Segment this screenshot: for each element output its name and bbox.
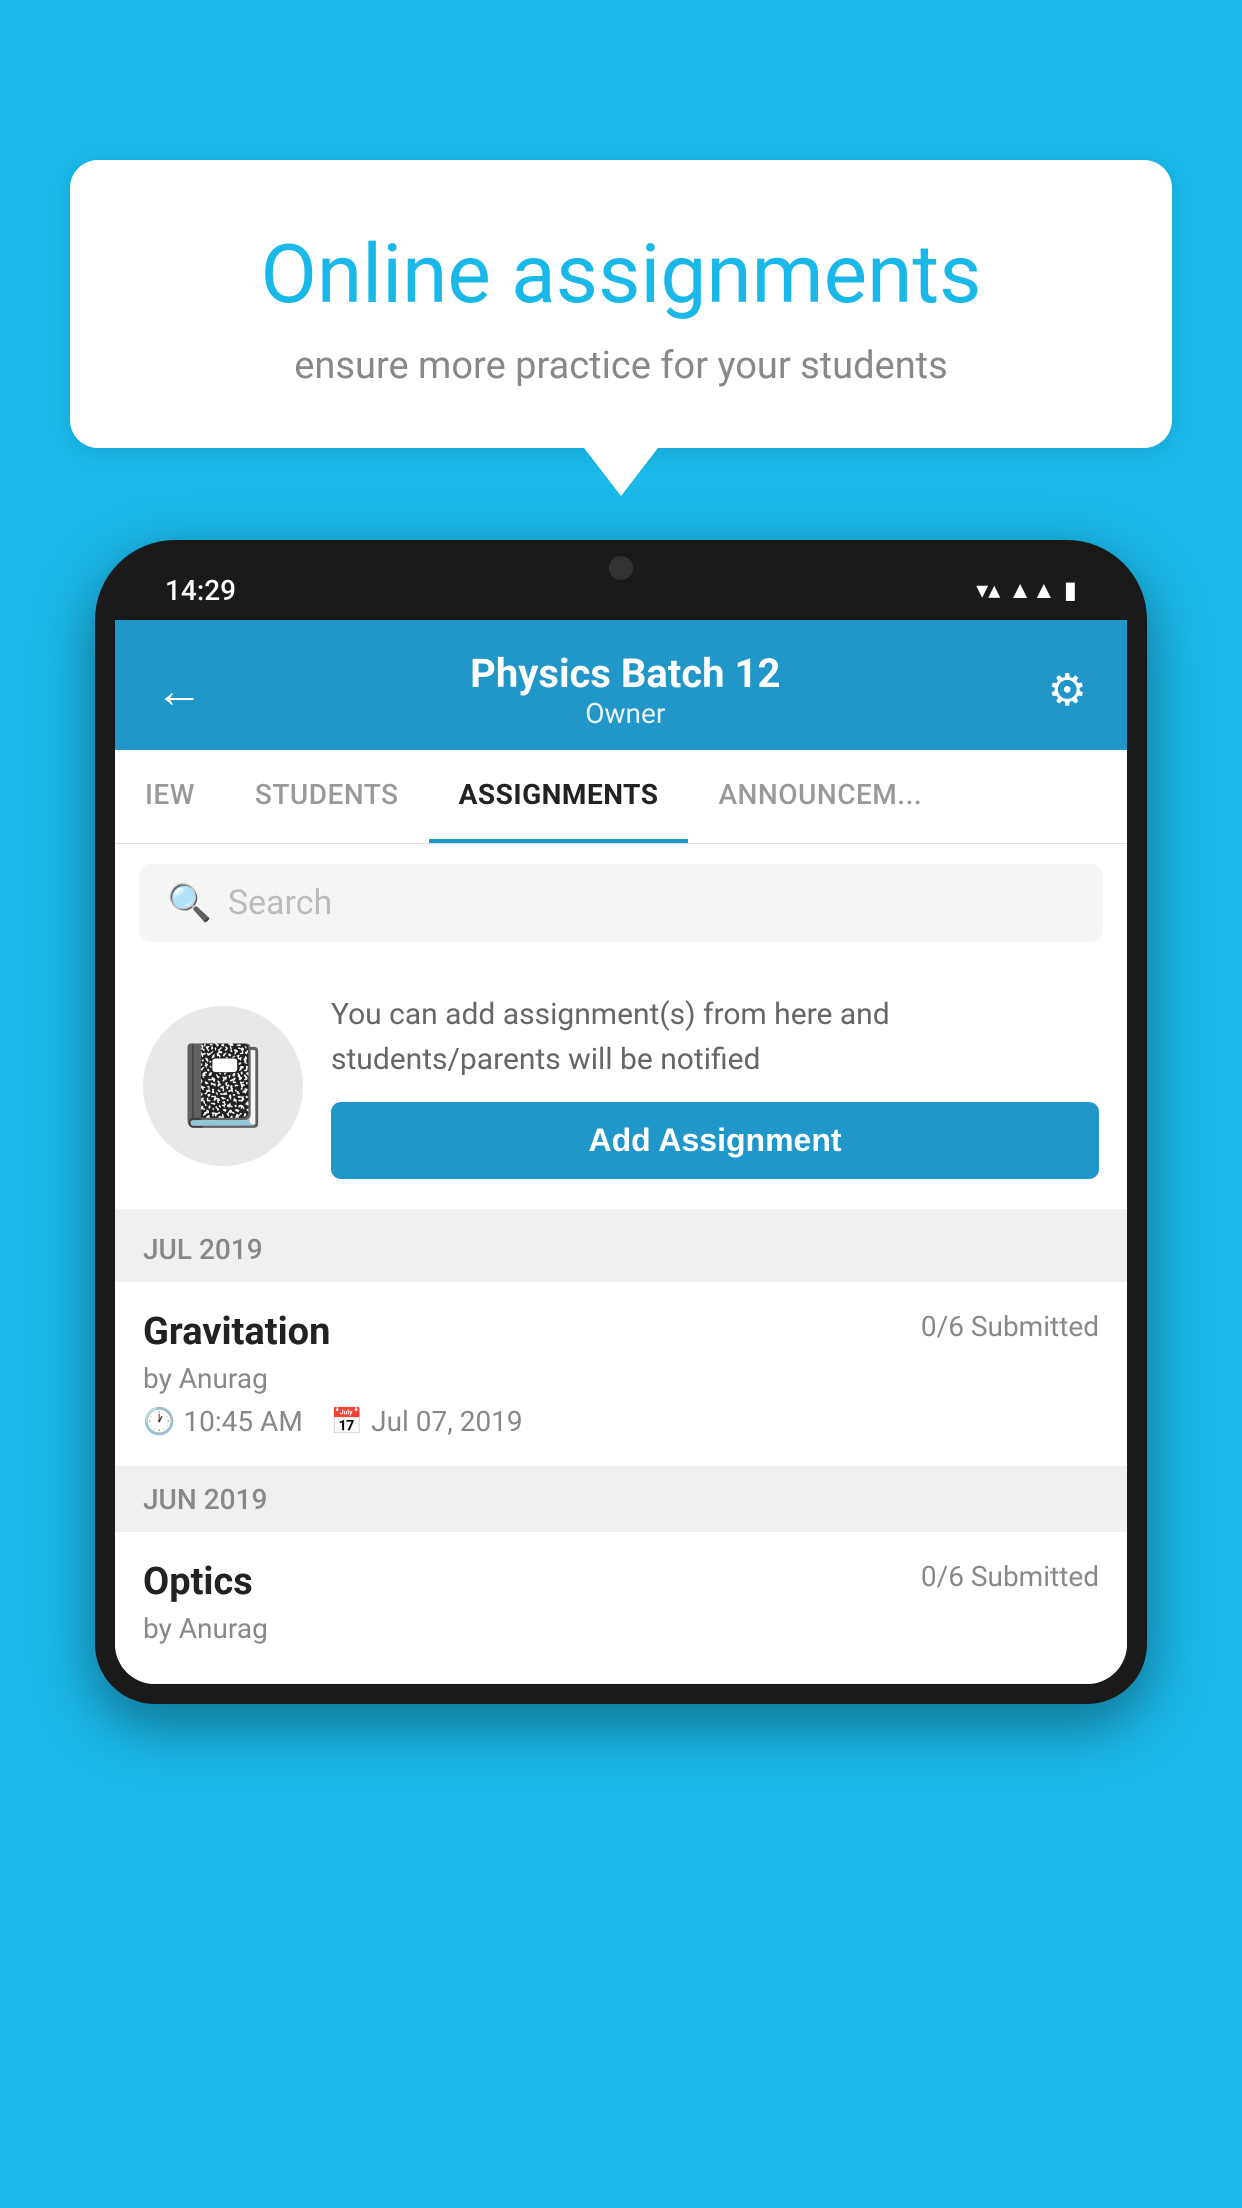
- assignment-by-optics: by Anurag: [143, 1612, 1099, 1645]
- assignment-name-optics: Optics: [143, 1560, 253, 1604]
- speech-bubble: Online assignments ensure more practice …: [70, 160, 1172, 448]
- add-assignment-button[interactable]: Add Assignment: [331, 1102, 1099, 1179]
- tab-assignments[interactable]: ASSIGNMENTS: [429, 750, 689, 843]
- phone-notch: [541, 540, 701, 595]
- meta-date-gravitation: 📅 Jul 07, 2019: [331, 1405, 523, 1438]
- tab-students[interactable]: STUDENTS: [225, 750, 429, 843]
- header-subtitle: Owner: [470, 697, 780, 730]
- phone-wrapper: 14:29 ▾▴ ▲▲ ▮ ← Physics: [95, 540, 1147, 2208]
- assignment-time-gravitation: 10:45 AM: [183, 1405, 302, 1438]
- assignment-name-gravitation: Gravitation: [143, 1310, 330, 1354]
- search-placeholder: Search: [228, 883, 332, 923]
- calendar-icon: 📅: [331, 1407, 363, 1437]
- promo-right: You can add assignment(s) from here and …: [331, 992, 1099, 1179]
- battery-icon: ▮: [1064, 576, 1077, 604]
- meta-time-gravitation: 🕐 10:45 AM: [143, 1405, 303, 1438]
- assignment-promo: 📓 You can add assignment(s) from here an…: [115, 962, 1127, 1217]
- bubble-title: Online assignments: [150, 230, 1092, 320]
- clock-icon: 🕐: [143, 1407, 175, 1437]
- back-button[interactable]: ←: [155, 662, 203, 719]
- search-icon: 🔍: [167, 882, 212, 924]
- signal-icon: ▲▲: [1008, 576, 1056, 605]
- status-time: 14:29: [165, 574, 236, 607]
- section-header-jun: JUN 2019: [115, 1467, 1127, 1532]
- speech-bubble-area: Online assignments ensure more practice …: [70, 160, 1172, 448]
- notebook-icon: 📓: [173, 1039, 273, 1133]
- phone-screen: ← Physics Batch 12 Owner ⚙ IEW STUDENTS …: [115, 620, 1127, 1684]
- tab-announcements[interactable]: ANNOUNCEM...: [688, 750, 952, 843]
- search-box[interactable]: 🔍 Search: [139, 864, 1103, 942]
- header-center: Physics Batch 12 Owner: [470, 650, 780, 730]
- tabs-bar: IEW STUDENTS ASSIGNMENTS ANNOUNCEM...: [115, 750, 1127, 844]
- camera-dot: [609, 556, 633, 580]
- assignment-item-gravitation[interactable]: Gravitation 0/6 Submitted by Anurag 🕐 10…: [115, 1282, 1127, 1467]
- gear-icon[interactable]: ⚙: [1048, 664, 1087, 716]
- tab-iew[interactable]: IEW: [115, 750, 225, 843]
- app-header: ← Physics Batch 12 Owner ⚙: [115, 620, 1127, 750]
- promo-text: You can add assignment(s) from here and …: [331, 992, 1099, 1082]
- assignment-date-gravitation: Jul 07, 2019: [371, 1405, 523, 1438]
- header-title: Physics Batch 12: [470, 650, 780, 697]
- assignment-by-gravitation: by Anurag: [143, 1362, 1099, 1395]
- status-bar: 14:29 ▾▴ ▲▲ ▮: [115, 560, 1127, 620]
- assignment-meta-gravitation: 🕐 10:45 AM 📅 Jul 07, 2019: [143, 1405, 1099, 1438]
- promo-icon-circle: 📓: [143, 1006, 303, 1166]
- section-header-jul: JUL 2019: [115, 1217, 1127, 1282]
- page-background: Online assignments ensure more practice …: [0, 0, 1242, 2208]
- assignment-submitted-gravitation: 0/6 Submitted: [921, 1310, 1099, 1343]
- phone-outer: 14:29 ▾▴ ▲▲ ▮ ← Physics: [95, 540, 1147, 1704]
- status-icons: ▾▴ ▲▲ ▮: [976, 576, 1077, 605]
- bubble-subtitle: ensure more practice for your students: [150, 344, 1092, 388]
- search-container: 🔍 Search: [115, 844, 1127, 962]
- assignment-item-optics[interactable]: Optics 0/6 Submitted by Anurag: [115, 1532, 1127, 1684]
- wifi-icon: ▾▴: [976, 576, 1000, 604]
- assignment-submitted-optics: 0/6 Submitted: [921, 1560, 1099, 1593]
